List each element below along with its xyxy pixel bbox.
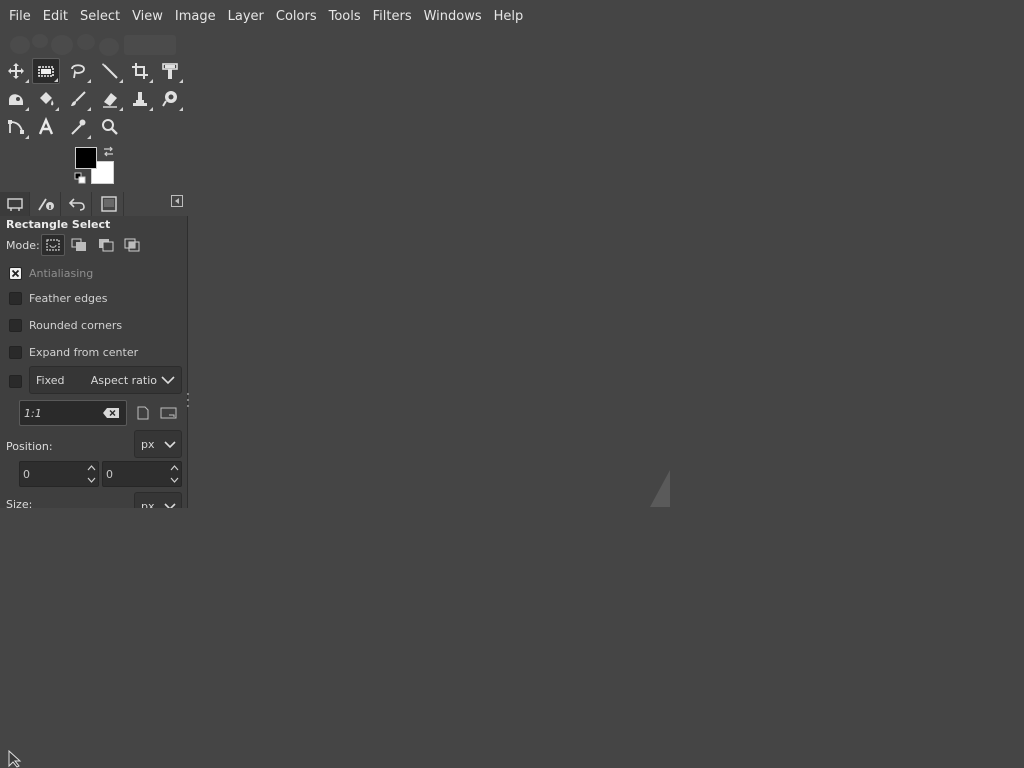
feather-edges-checkbox[interactable]	[9, 291, 22, 305]
dock-tab-bar	[0, 192, 188, 216]
position-unit-value: px	[141, 437, 155, 451]
menu-view[interactable]: View	[126, 0, 169, 34]
fixed-mode-dropdown[interactable]: Fixed Aspect ratio	[29, 366, 182, 394]
chevron-down-icon	[161, 376, 175, 385]
menu-colors[interactable]: Colors	[270, 0, 323, 34]
move-tool-icon[interactable]	[2, 58, 30, 84]
crop-tool-icon[interactable]	[126, 58, 154, 84]
tool-options-tab-icon[interactable]	[0, 192, 30, 216]
position-x-spinner	[19, 461, 99, 487]
swap-colors-icon[interactable]	[102, 145, 115, 158]
free-select-tool-icon[interactable]	[64, 58, 92, 84]
paths-tool-icon[interactable]	[2, 114, 30, 140]
fuzzy-select-tool-icon[interactable]	[96, 58, 124, 84]
menu-image[interactable]: Image	[169, 0, 222, 34]
mode-add-icon[interactable]	[67, 234, 91, 256]
menu-bar: File Edit Select View Image Layer Colors…	[0, 0, 1024, 34]
size-unit-dropdown[interactable]: px	[134, 492, 182, 508]
position-y-input[interactable]	[103, 467, 159, 481]
spin-arrows-icon[interactable]	[170, 463, 179, 485]
feather-edges-label: Feather edges	[29, 291, 108, 305]
images-tab-icon[interactable]	[94, 192, 124, 216]
unified-transform-tool-icon[interactable]	[156, 58, 184, 84]
warp-transform-tool-icon[interactable]	[2, 86, 30, 112]
mode-subtract-icon[interactable]	[94, 234, 118, 256]
menu-layer[interactable]: Layer	[222, 0, 270, 34]
expand-from-center-label: Expand from center	[29, 345, 139, 359]
eraser-tool-icon[interactable]	[96, 86, 124, 112]
zoom-tool-icon[interactable]	[96, 114, 124, 140]
fixed-label: Fixed	[36, 373, 65, 387]
size-label: Size:	[6, 498, 33, 508]
paintbrush-tool-icon[interactable]	[64, 86, 92, 112]
menu-help[interactable]: Help	[488, 0, 530, 34]
mode-replace-icon[interactable]	[41, 234, 65, 256]
undo-history-tab-icon[interactable]	[62, 192, 92, 216]
rounded-corners-checkbox[interactable]	[9, 318, 22, 332]
fixed-row	[9, 373, 22, 389]
mode-intersect-icon[interactable]	[120, 234, 144, 256]
text-tool-icon[interactable]	[32, 114, 60, 140]
clear-icon[interactable]	[102, 407, 120, 419]
menu-edit[interactable]: Edit	[37, 0, 74, 34]
position-y-spinner	[102, 461, 182, 487]
position-label: Position:	[6, 440, 53, 453]
antialiasing-label: Antialiasing	[29, 266, 94, 280]
antialiasing-checkbox[interactable]	[9, 266, 22, 280]
antialiasing-row: Antialiasing	[9, 265, 93, 281]
fixed-mode-value: Aspect ratio	[90, 373, 157, 387]
rounded-corners-row: Rounded corners	[9, 317, 122, 333]
menu-file[interactable]: File	[3, 0, 37, 34]
chevron-down-icon	[164, 440, 176, 448]
canvas-corner-shape	[650, 470, 670, 507]
wilber-banner-icon	[10, 34, 176, 56]
portrait-icon[interactable]	[137, 406, 149, 420]
rectangle-select-tool-icon[interactable]	[32, 58, 60, 84]
clone-tool-icon[interactable]	[126, 86, 154, 112]
menu-select[interactable]: Select	[74, 0, 126, 34]
tool-options-title: Rectangle Select	[6, 218, 111, 231]
expand-from-center-row: Expand from center	[9, 344, 138, 360]
menu-tools[interactable]: Tools	[323, 0, 367, 34]
color-picker-tool-icon[interactable]	[64, 114, 92, 140]
size-unit-value: px	[141, 499, 155, 509]
aspect-ratio-input[interactable]	[20, 406, 100, 420]
feather-edges-row: Feather edges	[9, 290, 108, 306]
rounded-corners-label: Rounded corners	[29, 318, 123, 332]
position-unit-dropdown[interactable]: px	[134, 430, 182, 458]
fixed-checkbox[interactable]	[9, 374, 22, 388]
spin-arrows-icon[interactable]	[87, 463, 96, 485]
menu-windows[interactable]: Windows	[418, 0, 488, 34]
landscape-icon[interactable]	[160, 407, 177, 419]
device-status-tab-icon[interactable]	[31, 192, 61, 216]
expand-from-center-checkbox[interactable]	[9, 345, 22, 359]
mouse-cursor-icon	[8, 750, 22, 768]
menu-filters[interactable]: Filters	[367, 0, 418, 34]
aspect-ratio-field	[19, 400, 127, 426]
dock-resize-grip[interactable]	[186, 390, 190, 410]
bucket-fill-tool-icon[interactable]	[32, 86, 60, 112]
mode-label: Mode:	[6, 239, 40, 252]
smudge-tool-icon[interactable]	[156, 86, 184, 112]
dock-menu-icon[interactable]	[171, 195, 183, 207]
tool-options-panel: Rectangle Select Mode: Antialiasing Feat…	[0, 216, 188, 508]
default-colors-icon[interactable]	[74, 172, 87, 185]
position-x-input[interactable]	[20, 467, 76, 481]
foreground-color-swatch[interactable]	[75, 147, 97, 169]
chevron-down-icon	[164, 502, 176, 508]
